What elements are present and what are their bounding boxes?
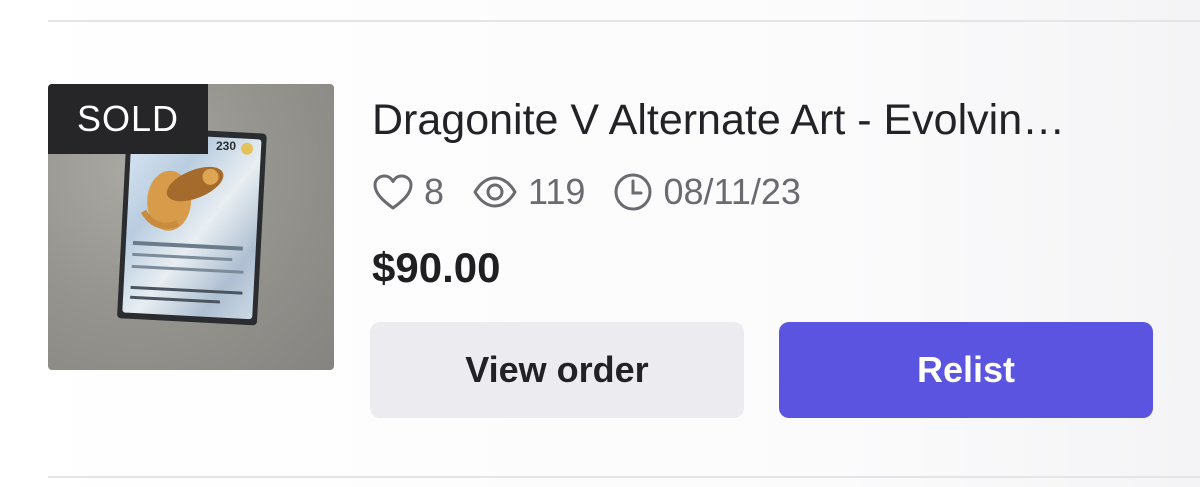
likes-stat: 8 xyxy=(372,171,444,213)
bottom-divider xyxy=(48,476,1200,478)
listing-title[interactable]: Dragonite V Alternate Art - Evolvin… xyxy=(372,96,1162,145)
listing-stats: 8 119 08/11/23 xyxy=(372,170,829,214)
likes-count: 8 xyxy=(424,171,445,212)
heart-icon xyxy=(372,173,414,211)
sold-badge: SOLD xyxy=(48,84,208,154)
relist-button[interactable]: Relist xyxy=(779,322,1153,418)
listing-date: 08/11/23 xyxy=(663,171,801,212)
top-divider xyxy=(48,20,1200,22)
eye-icon xyxy=(472,175,518,209)
view-order-button[interactable]: View order xyxy=(370,322,744,418)
views-count: 119 xyxy=(528,171,586,212)
card-hp-text: 230 xyxy=(216,139,236,153)
clock-icon xyxy=(613,172,653,212)
views-stat: 119 xyxy=(472,171,585,213)
listing-price: $90.00 xyxy=(372,244,501,291)
listing-card: 230 SOLD Dragonite V Alternate Art - Evo… xyxy=(0,0,1200,487)
date-stat: 08/11/23 xyxy=(613,171,801,213)
